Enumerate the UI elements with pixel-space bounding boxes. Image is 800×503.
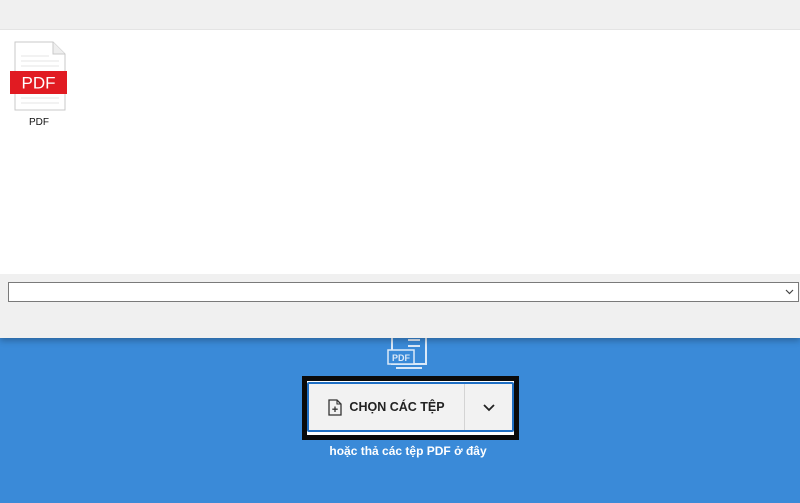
choose-files-button[interactable]: CHỌN CÁC TỆP bbox=[309, 384, 465, 430]
file-item-label: PDF bbox=[29, 117, 49, 128]
filename-input[interactable] bbox=[9, 283, 779, 301]
filename-combobox[interactable] bbox=[8, 282, 799, 302]
pdf-file-icon: PDF bbox=[10, 41, 67, 111]
choose-files-group: CHỌN CÁC TỆP bbox=[307, 382, 514, 432]
file-plus-icon bbox=[328, 398, 343, 416]
drop-hint-text: hoặc thả các tệp PDF ở đây bbox=[329, 444, 487, 458]
file-open-dialog: PDF PDF bbox=[0, 0, 800, 338]
pdf-illustration-label: PDF bbox=[392, 353, 411, 363]
chevron-down-icon[interactable] bbox=[782, 285, 796, 299]
file-item-pdf[interactable]: PDF PDF bbox=[8, 40, 70, 134]
file-list-view[interactable]: PDF PDF bbox=[0, 30, 800, 274]
chevron-down-icon bbox=[482, 400, 495, 415]
pdf-badge-label: PDF bbox=[22, 74, 56, 93]
choose-files-label: CHỌN CÁC TỆP bbox=[349, 400, 445, 414]
dialog-address-area bbox=[0, 0, 800, 30]
choose-source-dropdown-button[interactable] bbox=[465, 384, 512, 430]
dialog-bottom-bar bbox=[0, 274, 800, 338]
